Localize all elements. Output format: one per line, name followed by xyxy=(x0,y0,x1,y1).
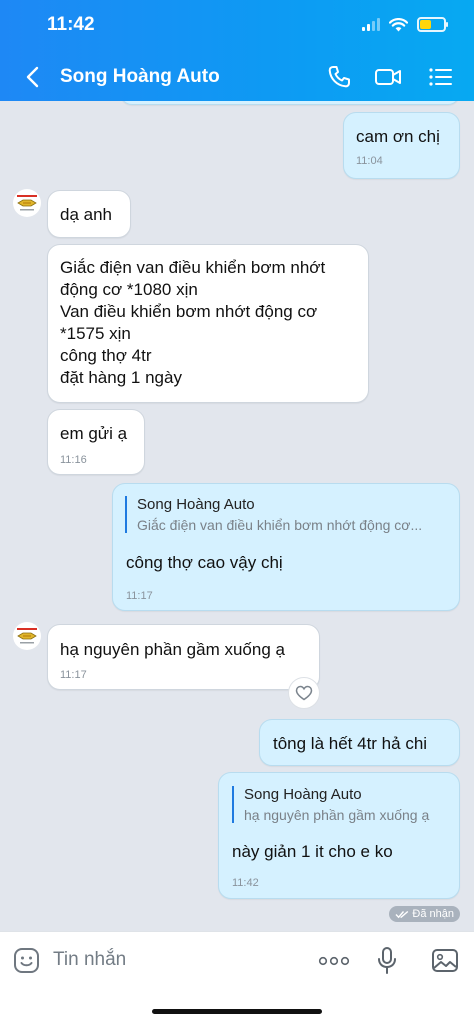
message-line: *1575 xịn xyxy=(60,324,131,343)
react-heart-button[interactable] xyxy=(288,677,320,709)
message-text: tông là hết 4tr hả chi xyxy=(273,734,428,753)
message-bubble-incoming[interactable]: hạ nguyên phần gầm xuống ạ 11:17 xyxy=(47,624,320,690)
message-time: 11:16 xyxy=(60,454,87,466)
phone-icon[interactable] xyxy=(324,62,354,92)
message-text-block: Giắc điện van điều khiển bơm nhớt động c… xyxy=(60,257,325,389)
avatar[interactable] xyxy=(13,622,41,650)
cellular-signal-icon xyxy=(362,18,380,31)
more-icon[interactable] xyxy=(318,956,350,966)
conversation-title[interactable]: Song Hoàng Auto xyxy=(60,66,220,88)
message-line: động cơ *1080 xịn xyxy=(60,280,198,299)
message-time: 11:42 xyxy=(232,877,259,889)
menu-list-icon[interactable] xyxy=(425,62,455,92)
seen-label: Đã nhận xyxy=(412,908,454,920)
message-bubble-incoming[interactable]: Giắc điện van điều khiển bơm nhớt động c… xyxy=(47,244,369,403)
message-line: đặt hàng 1 ngày xyxy=(60,368,182,387)
dealer-logo-icon xyxy=(17,628,37,644)
message-text: em gửi ạ xyxy=(60,424,128,443)
reply-message-bubble-outgoing[interactable]: Song Hoàng Auto hạ nguyên phần gầm xuống… xyxy=(218,772,460,899)
sticker-icon[interactable] xyxy=(13,947,40,974)
quoted-sender: Song Hoàng Auto xyxy=(137,496,255,513)
quoted-sender: Song Hoàng Auto xyxy=(244,786,362,803)
message-line: công thợ 4tr xyxy=(60,346,152,365)
message-bubble-outgoing[interactable]: tông là hết 4tr hả chi xyxy=(259,719,460,766)
double-check-icon xyxy=(395,910,409,918)
previous-message-bubble xyxy=(120,101,460,105)
quoted-text: hạ nguyên phần gầm xuống ạ xyxy=(244,807,430,823)
message-bubble-outgoing[interactable]: cam ơn chị 11:04 xyxy=(343,112,460,179)
message-time: 11:17 xyxy=(60,669,87,681)
video-call-icon[interactable] xyxy=(373,62,403,92)
message-bubble-incoming[interactable]: dạ anh xyxy=(47,190,131,238)
message-list[interactable]: cam ơn chị 11:04 dạ anh Giắc điện van đi… xyxy=(0,101,474,931)
home-indicator xyxy=(152,1009,322,1014)
status-time: 11:42 xyxy=(47,14,95,35)
status-icons xyxy=(362,17,448,32)
message-input[interactable]: Tin nhắn xyxy=(53,949,126,971)
quoted-message[interactable]: Song Hoàng Auto Giắc điện van điều khiển… xyxy=(125,496,447,533)
message-time: 11:17 xyxy=(126,590,153,602)
quoted-message[interactable]: Song Hoàng Auto hạ nguyên phần gầm xuống… xyxy=(232,786,447,823)
microphone-icon[interactable] xyxy=(376,946,398,976)
dealer-logo-icon xyxy=(17,195,37,211)
message-line: Giắc điện van điều khiển bơm nhớt xyxy=(60,258,326,277)
message-line: Van điều khiển bơm nhớt động cơ xyxy=(60,302,318,321)
quoted-text: Giắc điện van điều khiển bơm nhớt động c… xyxy=(137,517,423,533)
message-text: này giản 1 it cho e ko xyxy=(232,842,393,861)
heart-icon xyxy=(295,685,313,701)
reply-message-bubble-outgoing[interactable]: Song Hoàng Auto Giắc điện van điều khiển… xyxy=(112,483,460,611)
message-text: dạ anh xyxy=(60,205,112,224)
back-arrow-icon[interactable] xyxy=(20,62,46,92)
message-text: hạ nguyên phần gầm xuống ạ xyxy=(60,640,285,659)
message-text: cam ơn chị xyxy=(356,127,440,146)
battery-icon xyxy=(417,17,448,32)
message-text: công thợ cao vậy chị xyxy=(126,553,283,572)
chat-header: 11:42 Song Hoàng Auto xyxy=(0,0,474,101)
seen-status-badge: Đã nhận xyxy=(389,906,460,922)
wifi-icon xyxy=(389,17,408,31)
image-icon[interactable] xyxy=(431,948,459,973)
message-time: 11:04 xyxy=(356,155,383,167)
avatar[interactable] xyxy=(13,189,41,217)
message-bubble-incoming[interactable]: em gửi ạ 11:16 xyxy=(47,409,145,475)
